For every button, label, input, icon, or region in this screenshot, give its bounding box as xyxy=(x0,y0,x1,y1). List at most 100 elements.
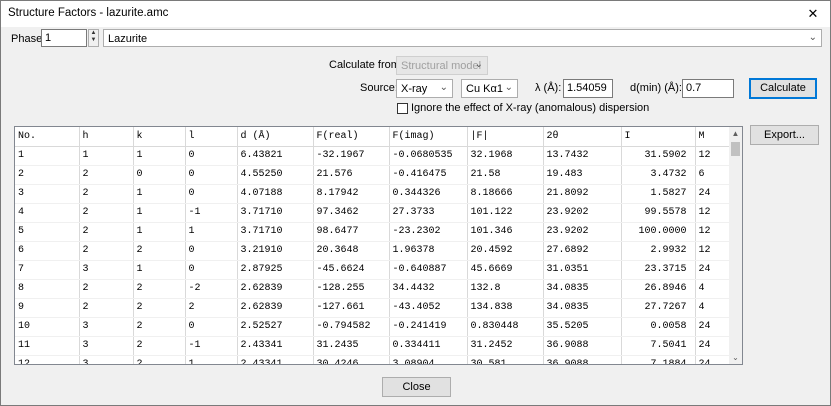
column-header[interactable]: No. xyxy=(15,127,80,147)
table-cell: 1 xyxy=(185,355,238,364)
table-cell: 2.9932 xyxy=(621,241,696,261)
table-cell: 24 xyxy=(695,336,732,356)
column-header[interactable]: I xyxy=(621,127,696,147)
dmin-input[interactable]: 0.7 xyxy=(682,79,734,98)
calculate-button[interactable]: Calculate xyxy=(749,78,817,99)
table-cell: 26.8946 xyxy=(621,279,696,299)
ignore-dispersion-checkbox[interactable] xyxy=(397,103,408,114)
column-header[interactable]: h xyxy=(79,127,134,147)
close-icon[interactable]: ✕ xyxy=(796,1,830,27)
table-cell: 6.43821 xyxy=(237,146,314,166)
table-cell: 101.122 xyxy=(467,203,544,223)
window-title: Structure Factors - lazurite.amc xyxy=(8,7,169,19)
table-cell: 2.43341 xyxy=(237,355,314,364)
lambda-input[interactable]: 1.54059 xyxy=(563,79,613,98)
lambda-label: λ (Å): xyxy=(535,82,562,94)
table-cell: -127.661 xyxy=(313,298,390,318)
table-cell: 21.576 xyxy=(313,165,390,185)
phase-number-input[interactable]: 1 xyxy=(41,29,87,47)
chevron-down-icon: ⌄ xyxy=(474,59,483,70)
column-header[interactable]: d (Å) xyxy=(237,127,314,147)
column-header[interactable]: 2θ xyxy=(543,127,622,147)
table-cell: 4 xyxy=(695,298,732,318)
table-cell: 3.21910 xyxy=(237,241,314,261)
table-cell: 31.0351 xyxy=(543,260,622,280)
column-header[interactable]: |F| xyxy=(467,127,544,147)
table-cell: 0.830448 xyxy=(467,317,544,337)
table-cell: -23.2302 xyxy=(389,222,468,242)
scroll-down-icon[interactable]: ⌄ xyxy=(729,351,742,364)
table-cell: 4.07188 xyxy=(237,184,314,204)
vertical-scrollbar[interactable]: ▲ ⌄ xyxy=(729,127,742,364)
table-cell: 27.7267 xyxy=(621,298,696,318)
table-row[interactable]: 4 2 1 -1 3.71710 97.3462 27.3733 101.122 23.9202… xyxy=(15,203,732,223)
column-header[interactable]: F(imag) xyxy=(389,127,468,147)
dmin-label: d(min) (Å): xyxy=(630,82,682,94)
table-cell: 45.6669 xyxy=(467,260,544,280)
table-cell: -0.416475 xyxy=(389,165,468,185)
table-row[interactable]: 1 1 1 0 6.43821 -32.1967 -0.0680535 32.1968 13.7… xyxy=(15,146,732,166)
table-cell: 7 xyxy=(15,260,80,280)
table-cell: 12 xyxy=(695,241,732,261)
source-label: Source: xyxy=(360,82,398,94)
table-cell: -0.241419 xyxy=(389,317,468,337)
table-cell: 99.5578 xyxy=(621,203,696,223)
table-row[interactable]: 11 3 2 -1 2.43341 31.2435 0.334411 31.2452 36.90… xyxy=(15,336,732,356)
table-row[interactable]: 2 2 0 0 4.55250 21.576 -0.416475 21.58 19.483 3.4… xyxy=(15,165,732,185)
table-cell: 3.71710 xyxy=(237,203,314,223)
table-cell: 24 xyxy=(695,260,732,280)
table-cell: 3 xyxy=(79,317,134,337)
phase-name-select[interactable]: Lazurite ⌄ xyxy=(103,29,822,47)
table-cell: 27.6892 xyxy=(543,241,622,261)
phase-name-value: Lazurite xyxy=(108,33,148,45)
table-cell: 12 xyxy=(695,203,732,223)
table-cell: 1 xyxy=(15,146,80,166)
column-header[interactable]: M xyxy=(695,127,732,147)
scroll-thumb[interactable] xyxy=(731,142,740,156)
chevron-down-icon: ⌄ xyxy=(808,32,817,43)
table-row[interactable]: 9 2 2 2 2.62839 -127.661 -43.4052 134.838 34.083… xyxy=(15,298,732,318)
table-cell: 2 xyxy=(15,165,80,185)
table-cell: 2.43341 xyxy=(237,336,314,356)
table-row[interactable]: 5 2 1 1 3.71710 98.6477 -23.2302 101.346 23.9202… xyxy=(15,222,732,242)
table-cell: 30.4246 xyxy=(313,355,390,364)
table-row[interactable]: 12 3 2 1 2.43341 30.4246 3.08904 30.581 36.9088 7… xyxy=(15,355,732,364)
table-cell: 23.9202 xyxy=(543,222,622,242)
close-button[interactable]: Close xyxy=(382,377,451,397)
column-header[interactable]: l xyxy=(185,127,238,147)
table-cell: 3.08904 xyxy=(389,355,468,364)
source-select[interactable]: X-ray ⌄ xyxy=(396,79,453,98)
radiation-select[interactable]: Cu Kα1 ⌄ xyxy=(461,79,518,98)
table-row[interactable]: 10 3 2 0 2.52527 -0.794582 -0.241419 0.830448 35… xyxy=(15,317,732,337)
phase-spinner[interactable]: ▲ ▼ xyxy=(88,29,99,47)
table-cell: 7.1884 xyxy=(621,355,696,364)
table-cell: 2 xyxy=(79,298,134,318)
spin-down-icon[interactable]: ▼ xyxy=(89,37,98,44)
table-cell: 20.4592 xyxy=(467,241,544,261)
table-cell: 12 xyxy=(695,146,732,166)
table-cell: 3 xyxy=(79,336,134,356)
table-cell: 0.0058 xyxy=(621,317,696,337)
export-button[interactable]: Export... xyxy=(750,125,819,145)
table-row[interactable]: 8 2 2 -2 2.62839 -128.255 34.4432 132.8 34.0835 2… xyxy=(15,279,732,299)
calc-from-label: Calculate from: xyxy=(329,59,403,71)
table-row[interactable]: 7 3 1 0 2.87925 -45.6624 -0.640887 45.6669 31.03… xyxy=(15,260,732,280)
column-header[interactable]: k xyxy=(133,127,186,147)
table-cell: 34.0835 xyxy=(543,279,622,299)
table-cell: 23.9202 xyxy=(543,203,622,223)
table-cell: 101.346 xyxy=(467,222,544,242)
table-cell: 27.3733 xyxy=(389,203,468,223)
table-cell: 134.838 xyxy=(467,298,544,318)
structure-factors-table[interactable]: No. h k l d (Å) F(real) F(imag) |F| 2θ I M 1 1 1 0 6.4… xyxy=(14,126,743,365)
table-cell: 0 xyxy=(185,184,238,204)
column-header[interactable]: F(real) xyxy=(313,127,390,147)
table-row[interactable]: 6 2 2 0 3.21910 20.3648 1.96378 20.4592 27.6892 2… xyxy=(15,241,732,261)
spin-up-icon[interactable]: ▲ xyxy=(89,30,98,37)
table-cell: 3 xyxy=(79,355,134,364)
table-cell: 36.9088 xyxy=(543,355,622,364)
table-row[interactable]: 3 2 1 0 4.07188 8.17942 0.344326 8.18666 21.8092… xyxy=(15,184,732,204)
table-cell: 23.3715 xyxy=(621,260,696,280)
table-cell: -1 xyxy=(185,203,238,223)
scroll-up-icon[interactable]: ▲ xyxy=(729,127,742,140)
table-cell: 34.4432 xyxy=(389,279,468,299)
